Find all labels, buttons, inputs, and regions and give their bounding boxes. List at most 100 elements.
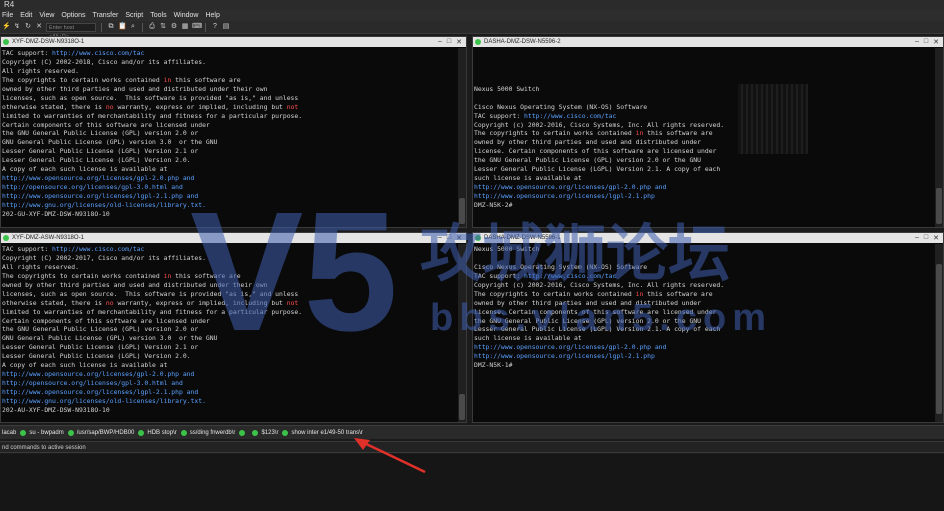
terminal-line: http://www.opensource.org/licenses/gpl-2… xyxy=(2,370,466,379)
toolbar-separator xyxy=(142,22,143,32)
terminal-output[interactable]: TAC support: http://www.cisco.com/tac Cop… xyxy=(1,243,466,415)
minimize-icon[interactable]: – xyxy=(915,234,919,242)
terminal-link[interactable]: http://www.opensource.org/licenses/gpl-2… xyxy=(2,370,194,378)
menu-transfer[interactable]: Transfer xyxy=(93,10,119,21)
terminal-line: owned by other third parties and used an… xyxy=(2,85,466,94)
menu-script[interactable]: Script xyxy=(125,10,143,21)
menu-edit[interactable]: Edit xyxy=(20,10,32,21)
terminal-line: GNU General Public License (GPL) version… xyxy=(2,138,466,147)
connect-icon[interactable]: ⚡ xyxy=(2,23,11,31)
session-panel-bottom-left[interactable]: XYF-DMZ-ASW-N9318O-1 – □ ✕ TAC support: ht… xyxy=(0,232,467,423)
terminal-line: A copy of each such license is available… xyxy=(2,165,466,174)
settings-icon[interactable]: ⚙ xyxy=(170,23,178,31)
terminal-text: TAC support: xyxy=(2,245,53,253)
menu-tools[interactable]: Tools xyxy=(150,10,166,21)
toolbar-separator xyxy=(205,22,206,32)
disconnect-icon[interactable]: ✕ xyxy=(35,23,43,31)
maximize-icon[interactable]: □ xyxy=(447,234,451,242)
session-tab-title: DASHA-DMZ-DSW-N5596-2 xyxy=(484,39,561,45)
command-window[interactable]: nd commands to active session xyxy=(0,441,944,453)
button-bar-item[interactable]: ss/ding fnwerdb\r xyxy=(180,429,235,436)
terminal-link[interactable]: http://www.gnu.org/licenses/old-licenses… xyxy=(2,397,206,405)
terminal-link[interactable]: http://www.opensource.org/licenses/lgpl-… xyxy=(474,192,655,200)
terminal-text: GNU General Public License (GPL) version… xyxy=(2,334,218,343)
session-tab-title: XYF-DMZ-ASW-N9318O-1 xyxy=(12,235,84,241)
button-bar-item[interactable] xyxy=(239,429,248,436)
menu-view[interactable]: View xyxy=(39,10,54,21)
minimize-icon[interactable]: – xyxy=(438,38,442,46)
options-icon[interactable]: ▦ xyxy=(181,23,189,31)
terminal-line: DMZ-N5K-1# xyxy=(474,361,943,370)
keymap-icon[interactable]: ⌨ xyxy=(192,23,202,31)
panel-title-bar[interactable]: XYF-DMZ-DSW-N9318O-1 – □ ✕ xyxy=(1,37,466,47)
terminal-text: such license is available at xyxy=(474,334,582,343)
session-panel-bottom-right[interactable]: DASHA-DMZ-DSW-N5596-1 – □ ✕ Nexus 5000 Swi… xyxy=(472,232,944,423)
button-bar-item[interactable]: HDB stop\r xyxy=(138,429,177,436)
close-icon[interactable]: ✕ xyxy=(456,38,462,46)
terminal-link[interactable]: http://opensource.org/licenses/gpl-3.0.h… xyxy=(2,183,183,191)
terminal-scrollbar[interactable] xyxy=(458,244,466,422)
terminal-line: the GNU General Public License (GPL) ver… xyxy=(2,325,466,334)
menu-file[interactable]: File xyxy=(2,10,13,21)
terminal-scrollbar[interactable] xyxy=(935,244,943,422)
maximize-icon[interactable]: □ xyxy=(447,38,451,46)
minimize-icon[interactable]: – xyxy=(915,38,919,46)
close-icon[interactable]: ✕ xyxy=(456,234,462,242)
menu-icon[interactable]: ▤ xyxy=(222,23,230,31)
terminal-text: Copyright (C) 2002-2017, Cisco and/or it… xyxy=(2,253,206,262)
terminal-text: DMZ-N5K-1# xyxy=(474,361,513,370)
terminal-line: Lesser General Public License (LGPL) Ver… xyxy=(474,325,943,334)
minimize-icon[interactable]: – xyxy=(438,234,442,242)
button-bar-item[interactable]: su - bwpadm xyxy=(20,429,64,436)
terminal-link[interactable]: http://www.opensource.org/licenses/gpl-2… xyxy=(474,183,666,191)
maximize-icon[interactable]: □ xyxy=(924,234,928,242)
terminal-link[interactable]: http://opensource.org/licenses/gpl-3.0.h… xyxy=(2,379,183,387)
terminal-text: Certain components of this software are … xyxy=(2,120,210,129)
print-icon[interactable]: ⎙ xyxy=(148,23,156,31)
maximize-icon[interactable]: □ xyxy=(924,38,928,46)
find-icon[interactable]: ⌕ xyxy=(129,23,137,31)
terminal-link[interactable]: http://www.gnu.org/licenses/old-licenses… xyxy=(2,201,206,209)
button-bar: lacab su - bwpadm /usr/sap/BWP/HDB00 HDB… xyxy=(0,425,944,439)
reconnect-icon[interactable]: ↻ xyxy=(24,23,32,31)
button-dot-icon xyxy=(282,429,289,436)
menu-window[interactable]: Window xyxy=(174,10,199,21)
terminal-link[interactable]: http://www.cisco.com/tac xyxy=(524,272,616,280)
terminal-link[interactable]: http://www.opensource.org/licenses/lgpl-… xyxy=(2,192,198,200)
terminal-link[interactable]: http://www.cisco.com/tac xyxy=(52,49,144,57)
terminal-link[interactable]: http://www.opensource.org/licenses/lgpl-… xyxy=(474,352,655,360)
help-icon[interactable]: ? xyxy=(211,23,219,31)
close-icon[interactable]: ✕ xyxy=(933,234,939,242)
panel-title-bar[interactable]: XYF-DMZ-ASW-N9318O-1 – □ ✕ xyxy=(1,233,466,243)
terminal-scrollbar[interactable] xyxy=(935,48,943,227)
terminal-scrollbar[interactable] xyxy=(458,48,466,227)
terminal-text: warranty, express or implied, including … xyxy=(113,102,287,111)
terminal-link[interactable]: http://www.opensource.org/licenses/gpl-2… xyxy=(2,174,194,182)
sftp-icon[interactable]: ⇅ xyxy=(159,23,167,31)
panel-title-bar[interactable]: DASHA-DMZ-DSW-N5596-1 – □ ✕ xyxy=(473,233,943,243)
session-panel-top-right[interactable]: DASHA-DMZ-DSW-N5596-2 – □ ✕ Nexus 5000 Swi… xyxy=(472,36,944,228)
close-icon[interactable]: ✕ xyxy=(933,38,939,46)
host-input[interactable]: Enter host <Alt+R> xyxy=(46,22,96,40)
button-bar-item[interactable]: /usr/sap/BWP/HDB00 xyxy=(67,429,134,436)
terminal-line: http://www.opensource.org/licenses/lgpl-… xyxy=(2,192,466,201)
terminal-text: All rights reserved. xyxy=(2,66,79,75)
terminal-link[interactable]: http://www.opensource.org/licenses/gpl-2… xyxy=(474,343,666,351)
terminal-output[interactable]: Nexus 5000 Switch Cisco Nexus Operating S… xyxy=(473,243,943,370)
menu-options[interactable]: Options xyxy=(61,10,85,21)
quick-connect-icon[interactable]: ↯ xyxy=(13,23,21,31)
button-bar-item[interactable]: show inter e1/49-50 trans\r xyxy=(282,429,363,436)
panel-title-bar[interactable]: DASHA-DMZ-DSW-N5596-2 – □ ✕ xyxy=(473,37,943,47)
button-bar-item[interactable]: $123\r xyxy=(252,429,278,436)
copy-icon[interactable]: ⧉ xyxy=(107,23,115,31)
connected-icon xyxy=(3,235,9,241)
terminal-link[interactable]: http://www.cisco.com/tac xyxy=(52,245,144,253)
terminal-output[interactable]: TAC support: http://www.cisco.com/tac Cop… xyxy=(1,47,466,219)
terminal-link[interactable]: http://www.cisco.com/tac xyxy=(524,112,616,120)
menu-help[interactable]: Help xyxy=(205,10,219,21)
terminal-link[interactable]: http://www.opensource.org/licenses/lgpl-… xyxy=(2,388,198,396)
terminal-output[interactable]: Nexus 5000 Switch Cisco Nexus Operating S… xyxy=(473,47,943,210)
session-panel-top-left[interactable]: XYF-DMZ-DSW-N9318O-1 – □ ✕ TAC support: ht… xyxy=(0,36,467,228)
paste-icon[interactable]: 📋 xyxy=(118,23,127,31)
terminal-line: http://www.gnu.org/licenses/old-licenses… xyxy=(2,201,466,210)
